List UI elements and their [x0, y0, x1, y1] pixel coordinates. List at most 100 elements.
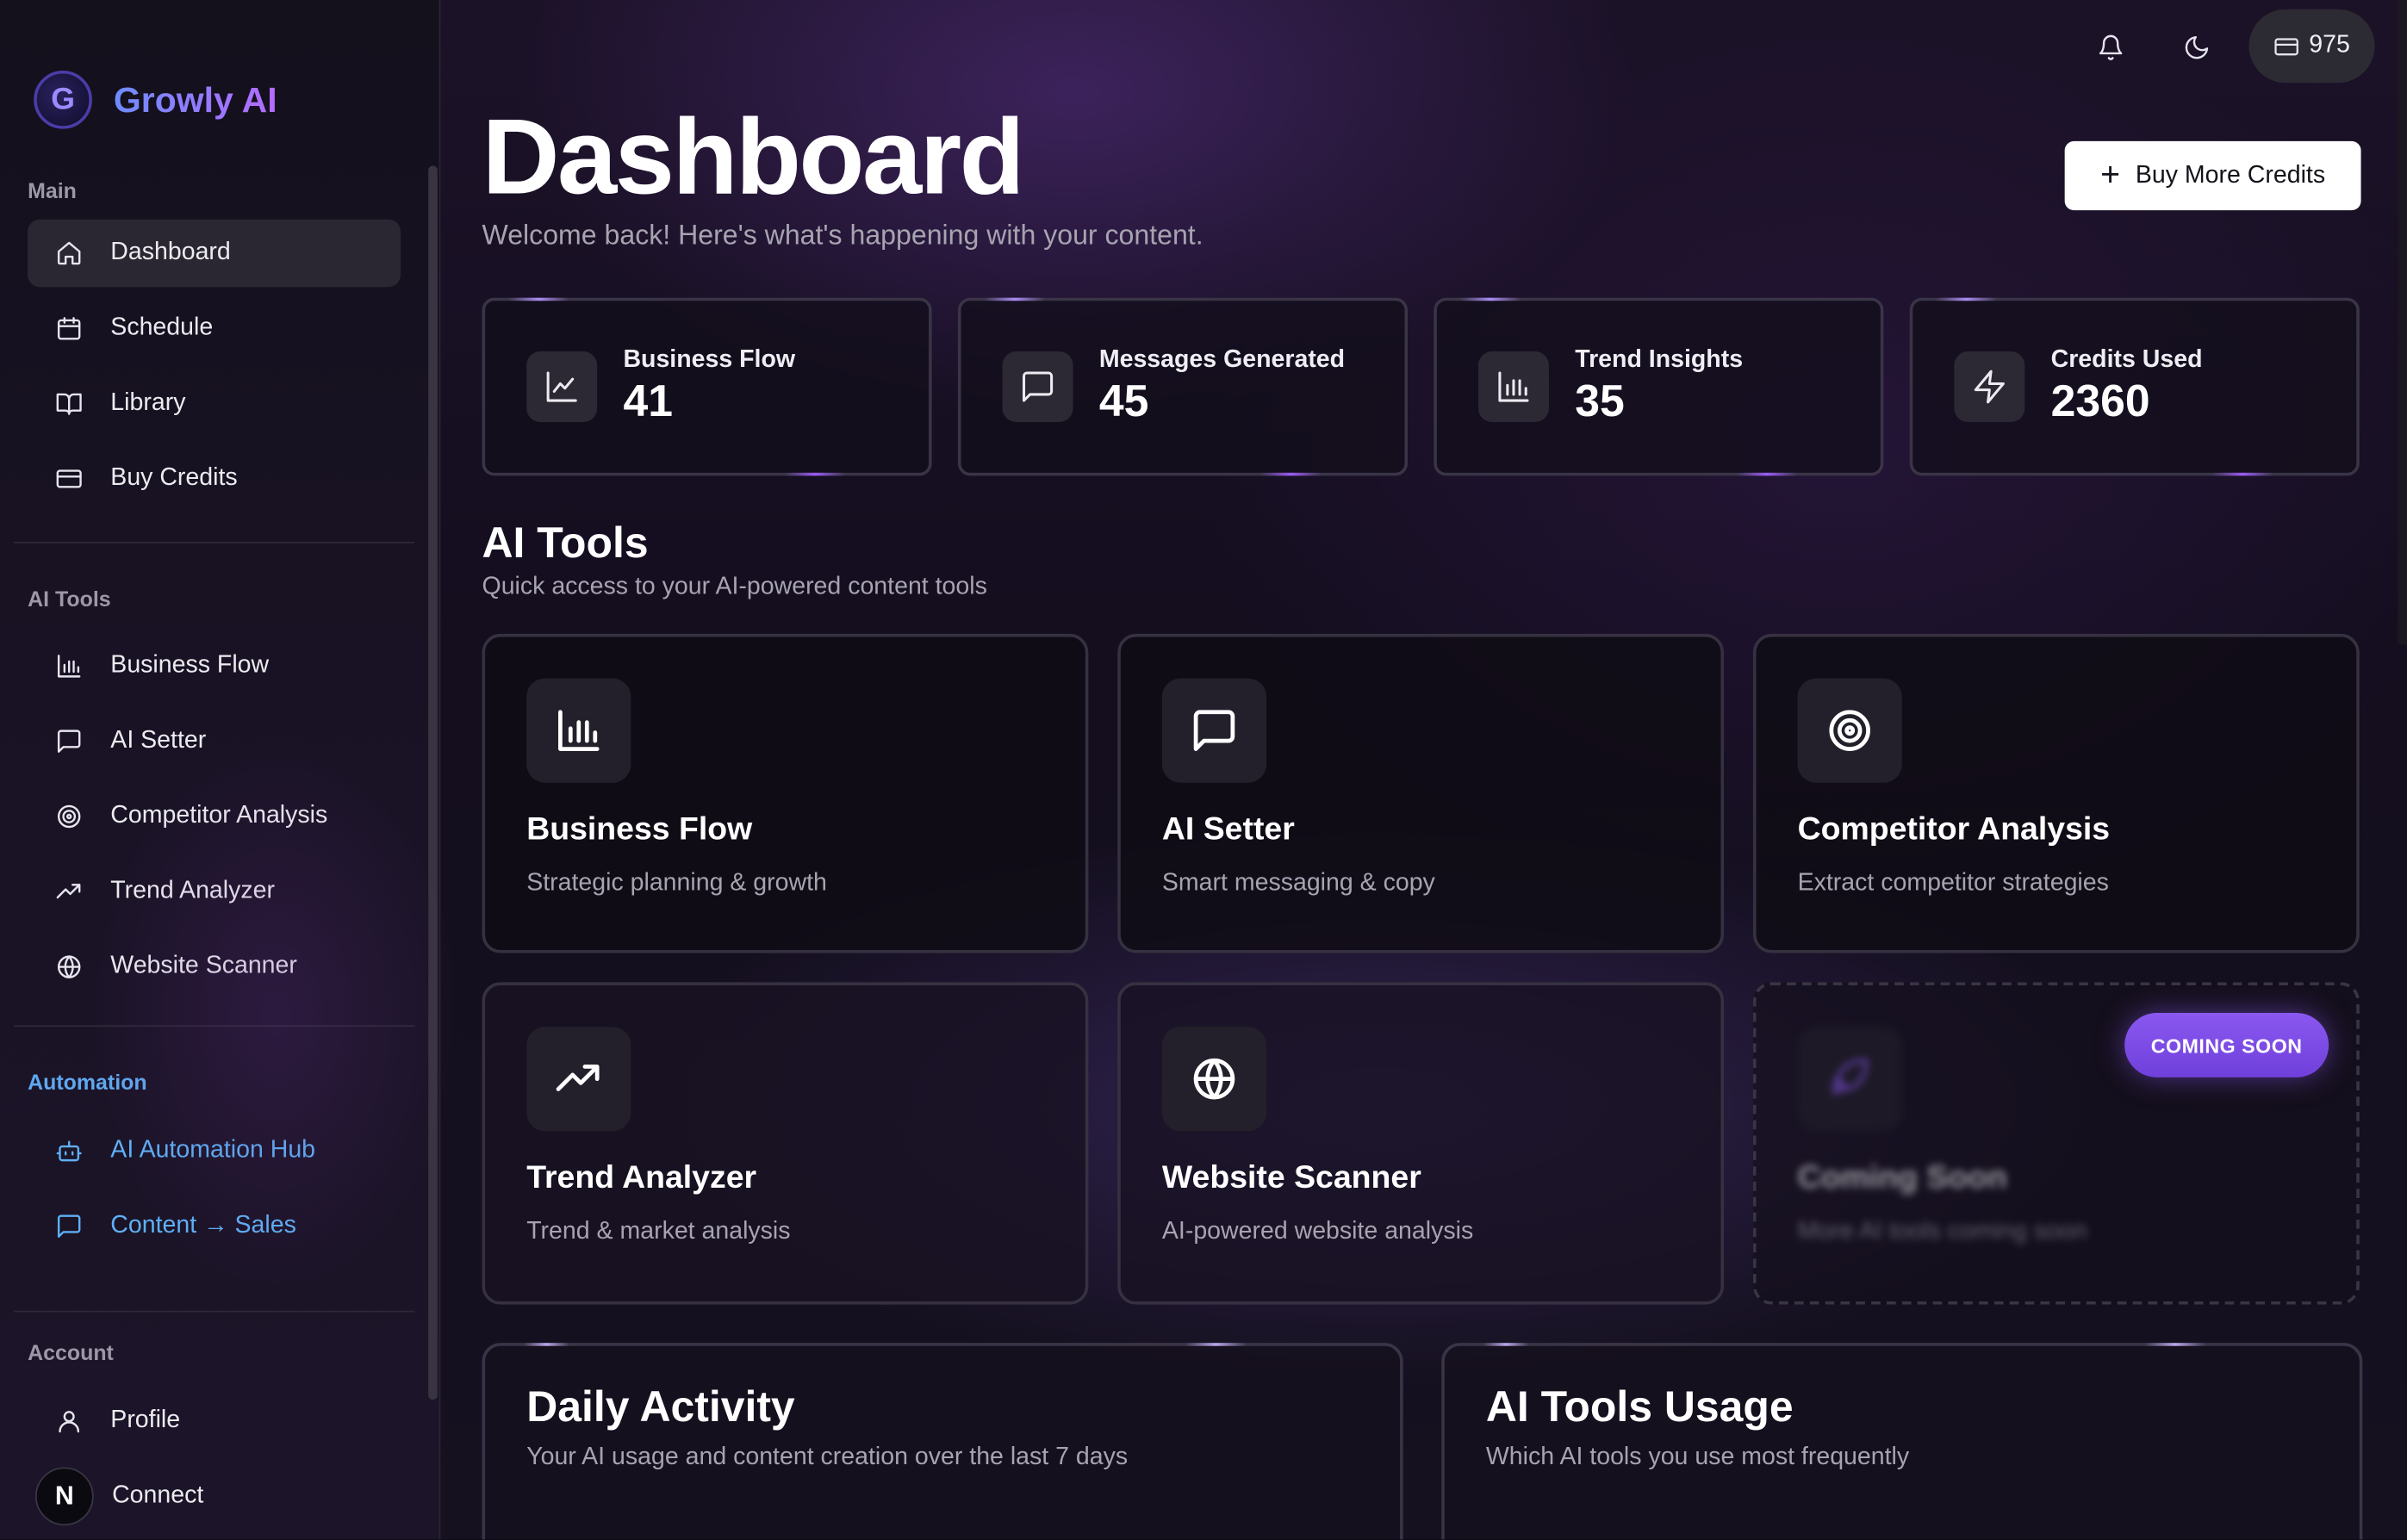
sidebar: G Growly AI Main Dashboard Schedule Libr… — [0, 0, 461, 1540]
app-window: G Growly AI Main Dashboard Schedule Libr… — [0, 0, 2407, 1540]
daily-activity-panel: Daily Activity Your AI usage and content… — [482, 1343, 1403, 1540]
sidebar-item-dashboard[interactable]: Dashboard — [28, 219, 401, 288]
panel-subtitle: Which AI tools you use most frequently — [1485, 1444, 1910, 1471]
sidebar-section-label: Main — [28, 177, 77, 203]
globe-icon — [1161, 1027, 1267, 1132]
sidebar-item-competitor-analysis[interactable]: Competitor Analysis — [28, 783, 401, 850]
card-glow — [1259, 472, 1322, 476]
buy-more-credits-button[interactable]: + Buy More Credits — [2064, 140, 2361, 211]
card-glow — [1935, 297, 1998, 301]
tool-description: Trend & market analysis — [526, 1218, 791, 1245]
sidebar-item-schedule[interactable]: Schedule — [28, 295, 401, 362]
plus-icon: + — [2100, 154, 2121, 193]
brand[interactable]: G Growly AI — [34, 70, 277, 129]
sidebar-item-profile[interactable]: Profile — [28, 1388, 401, 1455]
sidebar-scrollbar[interactable] — [428, 165, 438, 1400]
message-icon — [55, 728, 83, 755]
message-icon — [1002, 351, 1073, 423]
globe-icon — [55, 953, 83, 981]
card-glow — [784, 472, 846, 476]
sidebar-item-ai-automation-hub[interactable]: AI Automation Hub — [28, 1117, 401, 1184]
sidebar-item-library[interactable]: Library — [28, 369, 401, 437]
home-icon — [55, 239, 83, 267]
stat-card-trend-insights: Trend Insights 35 — [1434, 297, 1884, 476]
main-scrollbar[interactable] — [2398, 0, 2407, 645]
sidebar-item-label: AI Setter — [110, 727, 207, 754]
tool-title: Business Flow — [526, 811, 753, 848]
sidebar-divider — [14, 542, 415, 543]
card-glow — [1459, 297, 1521, 301]
target-icon — [55, 803, 83, 830]
card-glow — [1736, 472, 1798, 476]
tool-description: Smart messaging & copy — [1161, 870, 1435, 897]
tool-card-trend-analyzer[interactable]: Trend Analyzer Trend & market analysis — [482, 982, 1089, 1305]
tool-description: Strategic planning & growth — [526, 870, 827, 897]
card-glow — [2144, 1343, 2206, 1346]
bar-chart-icon — [55, 652, 83, 680]
sidebar-item-label: Competitor Analysis — [110, 802, 328, 829]
n-avatar-icon: N — [34, 1467, 94, 1526]
tool-card-business-flow[interactable]: Business Flow Strategic planning & growt… — [482, 633, 1089, 953]
stat-label: Messages Generated — [1098, 345, 1346, 373]
line-chart-icon — [526, 351, 598, 423]
sidebar-section-label: AI Tools — [28, 586, 111, 612]
sidebar-section-label: Account — [28, 1339, 114, 1365]
sidebar-item-content-sales[interactable]: Content → Sales — [28, 1193, 401, 1260]
credit-card-icon — [55, 465, 83, 493]
tool-card-competitor-analysis[interactable]: Competitor Analysis Extract competitor s… — [1752, 633, 2360, 953]
tool-description: Extract competitor strategies — [1797, 870, 2109, 897]
brand-name: Growly AI — [113, 78, 277, 120]
moon-icon — [2185, 36, 2209, 59]
stat-label: Trend Insights — [1575, 345, 1744, 373]
stat-card-credits-used: Credits Used 2360 — [1909, 297, 2360, 476]
theme-toggle-button[interactable] — [2171, 22, 2224, 74]
user-icon — [55, 1407, 83, 1435]
credit-card-icon — [2274, 37, 2299, 55]
tool-description: More AI tools coming soon — [1797, 1218, 2087, 1245]
sidebar-item-buy-credits[interactable]: Buy Credits — [28, 445, 401, 512]
bar-chart-icon — [526, 678, 631, 783]
notifications-button[interactable] — [2085, 22, 2137, 74]
zap-icon — [1954, 351, 2025, 423]
card-glow — [1185, 1343, 1247, 1346]
sidebar-section-label: Automation — [28, 1069, 147, 1095]
sidebar-item-trend-analyzer[interactable]: Trend Analyzer — [28, 858, 401, 925]
sidebar-item-label: Buy Credits — [110, 464, 238, 492]
tool-card-coming-soon: Coming Soon More AI tools coming soon CO… — [1752, 982, 2360, 1305]
card-glow — [507, 297, 570, 301]
section-subtitle: Quick access to your AI-powered content … — [482, 574, 987, 600]
panel-title: Daily Activity — [526, 1382, 795, 1431]
tool-title: Coming Soon — [1797, 1160, 2007, 1196]
card-glow — [523, 1343, 570, 1346]
trending-up-icon — [526, 1027, 631, 1132]
page-title: Dashboard — [482, 96, 1025, 217]
tool-title: Website Scanner — [1161, 1160, 1421, 1196]
tool-card-website-scanner[interactable]: Website Scanner AI-powered website analy… — [1117, 982, 1725, 1305]
section-title: AI Tools — [482, 519, 649, 567]
coming-soon-badge: COMING SOON — [2124, 1013, 2329, 1077]
target-icon — [1797, 678, 1902, 783]
sidebar-item-label: Content → Sales — [110, 1212, 296, 1239]
panel-subtitle: Your AI usage and content creation over … — [526, 1444, 1129, 1471]
page-subtitle: Welcome back! Here's what's happening wi… — [482, 219, 1204, 251]
sidebar-item-label: AI Automation Hub — [110, 1137, 316, 1164]
card-glow — [984, 297, 1046, 301]
sidebar-item-connect[interactable]: N Connect — [28, 1462, 401, 1530]
sidebar-section-main: Main Dashboard Schedule Library Buy Cred… — [0, 178, 440, 512]
sidebar-divider — [14, 1025, 415, 1028]
stat-value: 45 — [1098, 376, 1149, 426]
sidebar-item-business-flow[interactable]: Business Flow — [28, 632, 401, 699]
sidebar-item-label: Trend Analyzer — [110, 878, 275, 904]
sidebar-item-label: Website Scanner — [110, 953, 297, 979]
card-glow — [2211, 472, 2273, 476]
book-icon — [55, 390, 83, 418]
sidebar-item-ai-setter[interactable]: AI Setter — [28, 707, 401, 774]
credits-balance-button[interactable]: 975 — [2248, 9, 2375, 84]
sidebar-section-account: Account Profile N Connect — [0, 1340, 440, 1531]
tool-description: AI-powered website analysis — [1161, 1218, 1474, 1245]
stat-label: Credits Used — [2050, 345, 2203, 373]
sidebar-divider — [14, 1310, 415, 1313]
message-icon — [55, 1213, 83, 1240]
tool-card-ai-setter[interactable]: AI Setter Smart messaging & copy — [1117, 633, 1725, 953]
sidebar-item-website-scanner[interactable]: Website Scanner — [28, 933, 401, 1000]
